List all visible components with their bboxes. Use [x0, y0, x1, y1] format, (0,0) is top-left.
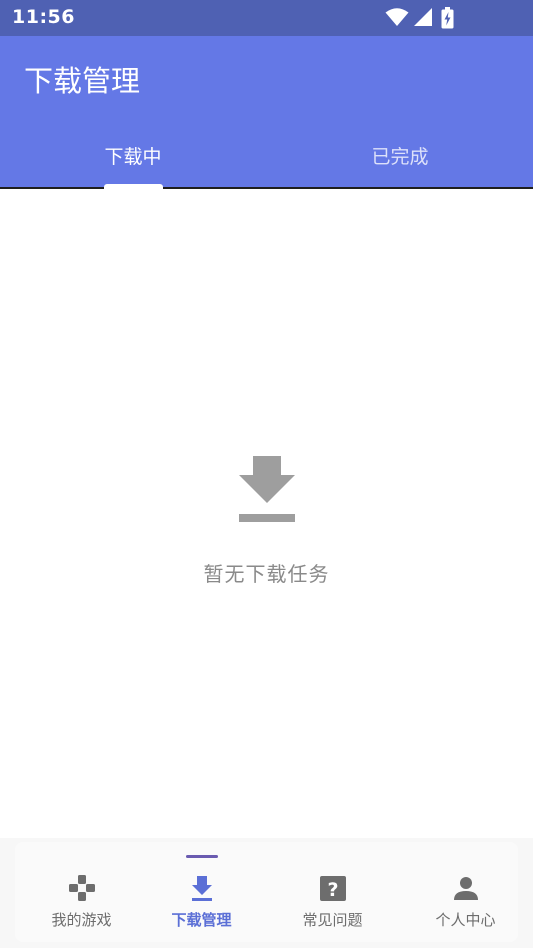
nav-label-faq: 常见问题 [302, 911, 363, 929]
cellular-signal-icon [414, 8, 432, 26]
status-time: 11:56 [12, 6, 75, 28]
question-icon: ? [319, 876, 346, 901]
bottom-nav-bar: 我的游戏 下载管理 ? 常见问题 个人中心 [15, 842, 518, 942]
app-bar: 下载管理 下载中 已完成 [0, 36, 533, 189]
nav-item-profile[interactable]: 个人中心 [399, 842, 532, 942]
gamepad-icon [68, 875, 95, 901]
tab-completed[interactable]: 已完成 [267, 142, 533, 169]
bottom-nav: 我的游戏 下载管理 ? 常见问题 个人中心 [0, 838, 533, 948]
status-bar: 11:56 [0, 0, 533, 36]
nav-item-my-games[interactable]: 我的游戏 [15, 842, 148, 942]
svg-text:?: ? [327, 879, 338, 901]
person-icon [453, 877, 478, 900]
nav-label-download-manager: 下载管理 [171, 911, 232, 929]
download-icon [191, 876, 212, 901]
nav-label-my-games: 我的游戏 [51, 911, 112, 929]
empty-state: 暂无下载任务 [0, 440, 533, 600]
page-title: 下载管理 [24, 64, 141, 98]
nav-active-indicator [185, 855, 218, 858]
empty-message: 暂无下载任务 [203, 562, 330, 586]
nav-item-download-manager[interactable]: 下载管理 [135, 842, 268, 942]
battery-charging-icon [441, 7, 454, 29]
tab-indicator [104, 184, 163, 189]
wifi-icon [385, 8, 409, 26]
tab-downloading[interactable]: 下载中 [0, 142, 266, 169]
download-icon [239, 456, 295, 522]
nav-item-faq[interactable]: ? 常见问题 [266, 842, 399, 942]
nav-label-profile: 个人中心 [435, 911, 496, 929]
